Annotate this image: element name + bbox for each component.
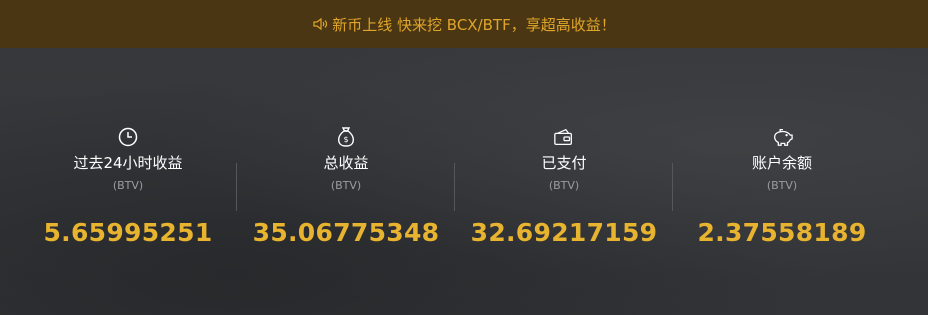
piggy-bank-icon [771, 126, 793, 148]
stat-unit: (BTV) [766, 179, 798, 192]
stat-value: 35.06775348 [252, 218, 440, 247]
stat-value: 2.37558189 [697, 218, 867, 247]
stat-unit: (BTV) [112, 179, 144, 192]
stat-unit: (BTV) [548, 179, 580, 192]
stat-title: 已支付 [541, 154, 587, 172]
stat-24h-earnings: 过去24小时收益 (BTV) 5.65995251 [19, 48, 237, 315]
stat-title: 总收益 [323, 154, 369, 172]
stat-account-balance: 账户余额 (BTV) 2.37558189 [673, 48, 891, 315]
stat-title: 账户余额 [751, 154, 812, 172]
stat-paid: 已支付 (BTV) 32.69217159 [455, 48, 673, 315]
speaker-icon [312, 16, 328, 32]
stat-value: 5.65995251 [43, 218, 213, 247]
announcement-text: 新币上线 快来挖 BCX/BTF，享超高收益！ [332, 15, 616, 34]
money-bag-icon: $ [335, 126, 357, 148]
stat-title: 过去24小时收益 [73, 154, 183, 172]
stat-total-earnings: $ 总收益 (BTV) 35.06775348 [237, 48, 455, 315]
svg-text:$: $ [343, 135, 348, 144]
announcement-banner: 新币上线 快来挖 BCX/BTF，享超高收益！ [0, 0, 928, 48]
clock-icon [117, 126, 139, 148]
wallet-cards-icon [553, 126, 575, 148]
stats-panel: 过去24小时收益 (BTV) 5.65995251 $ 总收益 (BTV) 35… [0, 48, 928, 315]
stat-value: 32.69217159 [470, 218, 658, 247]
stat-unit: (BTV) [330, 179, 362, 192]
